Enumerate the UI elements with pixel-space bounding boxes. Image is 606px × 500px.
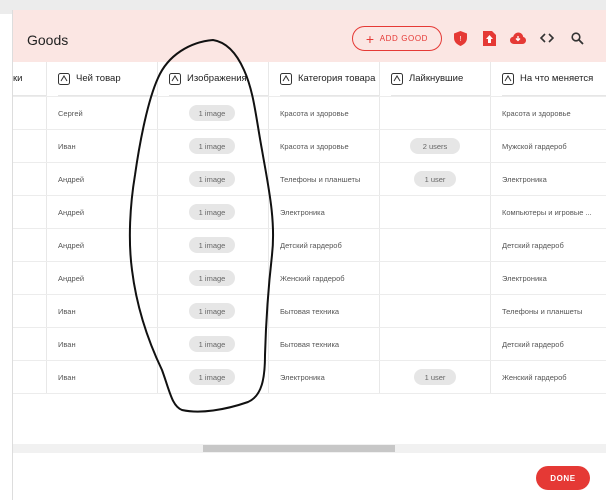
owner-cell[interactable]: Андрей: [58, 175, 84, 184]
row-divider: [13, 360, 606, 361]
column-type-icon: [169, 72, 181, 85]
row-divider: [13, 294, 606, 295]
column-type-icon: [280, 72, 292, 85]
column-type-icon: [391, 72, 403, 85]
owner-cell[interactable]: Андрей: [58, 241, 84, 250]
images-chip[interactable]: 1 image: [189, 303, 235, 319]
column-header-owner[interactable]: Чей товар: [58, 62, 157, 96]
dialog-title: Goods: [27, 32, 69, 48]
images-chip[interactable]: 1 image: [189, 204, 235, 220]
search-icon[interactable]: [569, 30, 585, 46]
exchange-cell[interactable]: Мужской гардероб: [502, 142, 567, 151]
row-divider: [13, 327, 606, 328]
plus-icon: +: [365, 30, 375, 47]
exchange-cell[interactable]: Электроника: [502, 274, 547, 283]
done-button[interactable]: DONE: [536, 466, 590, 490]
code-icon[interactable]: [539, 30, 555, 46]
exchange-cell[interactable]: Электроника: [502, 175, 547, 184]
row-divider: [13, 129, 606, 130]
exchange-cell[interactable]: Телефоны и планшеты: [502, 307, 582, 316]
owner-cell[interactable]: Иван: [58, 142, 76, 151]
exchange-cell[interactable]: Детский гардероб: [502, 340, 564, 349]
column-header-label: Изображения: [187, 73, 247, 84]
owner-cell[interactable]: Сергей: [58, 109, 83, 118]
svg-text:!: !: [459, 36, 461, 43]
column-header-label: На что меняется: [520, 73, 594, 84]
images-chip[interactable]: 1 image: [189, 270, 235, 286]
column-header-exchange[interactable]: На что меняется: [502, 62, 606, 96]
images-chip[interactable]: 1 image: [189, 171, 235, 187]
add-good-button[interactable]: + ADD GOOD: [352, 26, 442, 51]
column-type-icon: [58, 72, 70, 85]
column-header-label: Лайкнувшие: [409, 73, 464, 84]
category-cell[interactable]: Электроника: [280, 373, 325, 382]
column-type-icon: [502, 72, 514, 85]
goods-dialog: Goods + ADD GOOD ! ки Чей товар Изображе…: [12, 10, 606, 500]
row-divider: [13, 162, 606, 163]
column-header-label: Чей товар: [76, 73, 121, 84]
category-cell[interactable]: Красота и здоровье: [280, 142, 349, 151]
exchange-cell[interactable]: Детский гардероб: [502, 241, 564, 250]
likes-chip[interactable]: 1 user: [414, 171, 456, 187]
images-chip[interactable]: 1 image: [189, 105, 235, 121]
horizontal-scrollbar[interactable]: [13, 444, 606, 453]
column-header-partial[interactable]: ки: [13, 62, 46, 96]
upload-icon[interactable]: [481, 30, 497, 46]
category-cell[interactable]: Женский гардероб: [280, 274, 345, 283]
row-divider: [13, 195, 606, 196]
category-cell[interactable]: Детский гардероб: [280, 241, 342, 250]
column-header-images[interactable]: Изображения: [169, 62, 268, 96]
shield-icon[interactable]: !: [452, 30, 468, 46]
category-cell[interactable]: Бытовая техника: [280, 307, 339, 316]
column-header-category[interactable]: Категория товара: [280, 62, 379, 96]
row-divider: [13, 393, 606, 394]
owner-cell[interactable]: Андрей: [58, 208, 84, 217]
exchange-cell[interactable]: Женский гардероб: [502, 373, 567, 382]
cloud-download-icon[interactable]: [510, 30, 526, 46]
scrollbar-thumb[interactable]: [203, 445, 395, 452]
column-header-likes[interactable]: Лайкнувшие: [391, 62, 490, 96]
dialog-header: Goods + ADD GOOD !: [13, 10, 606, 62]
likes-chip[interactable]: 1 user: [414, 369, 456, 385]
row-divider: [13, 96, 606, 97]
likes-chip[interactable]: 2 users: [410, 138, 460, 154]
column-header-label: Категория товара: [298, 73, 376, 84]
images-chip[interactable]: 1 image: [189, 336, 235, 352]
row-divider: [13, 228, 606, 229]
images-chip[interactable]: 1 image: [189, 369, 235, 385]
images-chip[interactable]: 1 image: [189, 237, 235, 253]
goods-table: ки Чей товар Изображения Категория товар…: [13, 62, 606, 394]
images-chip[interactable]: 1 image: [189, 138, 235, 154]
owner-cell[interactable]: Иван: [58, 340, 76, 349]
add-good-label: ADD GOOD: [379, 34, 429, 43]
category-cell[interactable]: Телефоны и планшеты: [280, 175, 360, 184]
category-cell[interactable]: Бытовая техника: [280, 340, 339, 349]
owner-cell[interactable]: Андрей: [58, 274, 84, 283]
screen: Goods + ADD GOOD ! ки Чей товар Изображе…: [0, 0, 606, 500]
exchange-cell[interactable]: Компьютеры и игровые ...: [502, 208, 592, 217]
owner-cell[interactable]: Иван: [58, 307, 76, 316]
row-divider: [13, 261, 606, 262]
category-cell[interactable]: Электроника: [280, 208, 325, 217]
column-header-label: ки: [13, 73, 23, 84]
exchange-cell[interactable]: Красота и здоровье: [502, 109, 571, 118]
owner-cell[interactable]: Иван: [58, 373, 76, 382]
category-cell[interactable]: Красота и здоровье: [280, 109, 349, 118]
